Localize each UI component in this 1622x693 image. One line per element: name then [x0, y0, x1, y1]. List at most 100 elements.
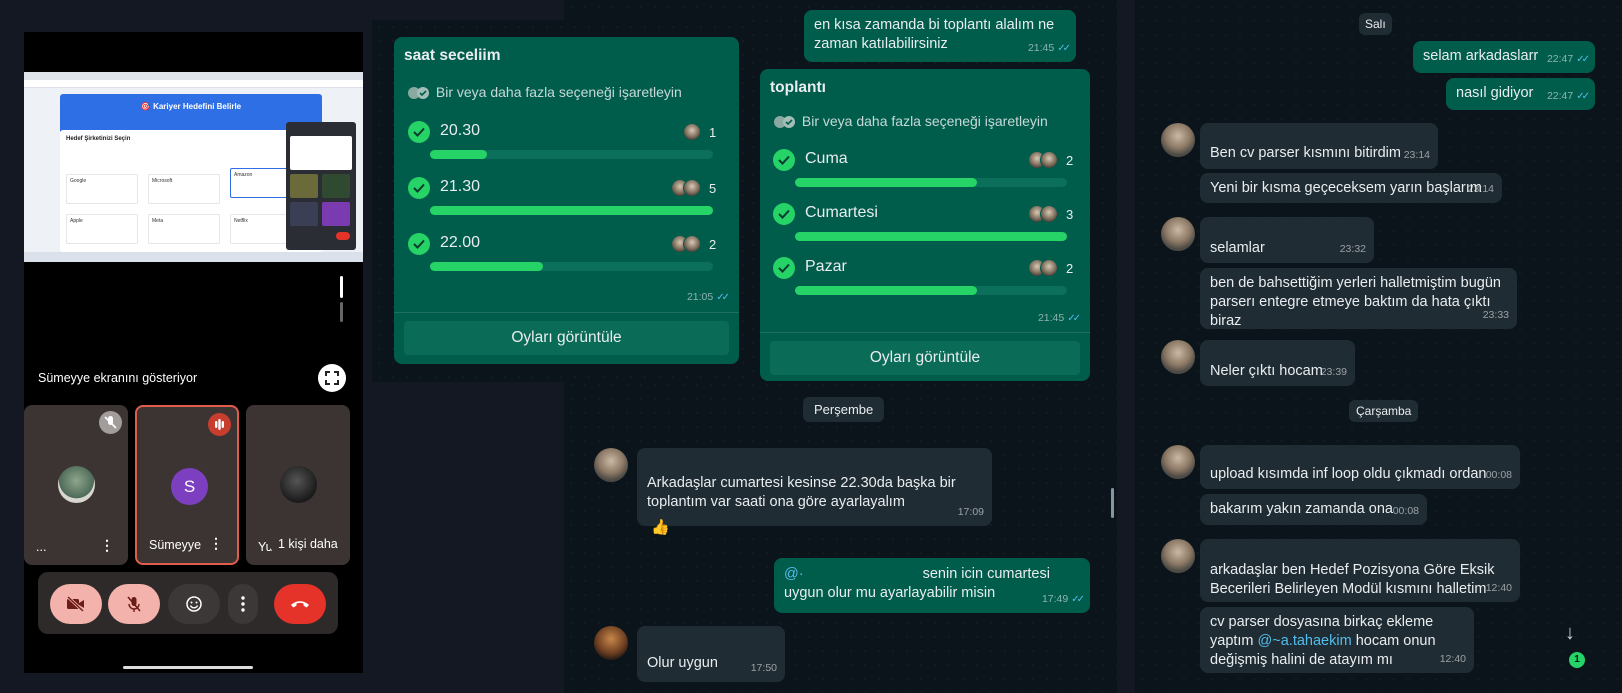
- camera-off-button[interactable]: [50, 584, 102, 624]
- message-incoming[interactable]: Arkadaşlar cumartesi kesinse 22.30da baş…: [637, 448, 992, 526]
- poll-progress-bar: [795, 178, 1067, 187]
- message-incoming[interactable]: upload kısımda inf loop oldu çıkmadı ord…: [1200, 445, 1520, 489]
- poll-option-label[interactable]: 20.30: [440, 122, 480, 140]
- message-text: arkadaşlar ben Hedef Pozisyona Göre Eksi…: [1210, 562, 1495, 597]
- message-incoming[interactable]: Olur uygun 17:50: [637, 626, 785, 682]
- poll-option-count: 2: [1066, 153, 1074, 168]
- read-ticks-icon: ✓✓: [716, 292, 730, 303]
- meet-panel: 🎯 Kariyer Hedefini Belirle Hedef Şirketi…: [24, 32, 363, 673]
- avatar: [1161, 340, 1195, 374]
- poll-progress-bar: [430, 150, 713, 159]
- more-vert-icon[interactable]: ⋮: [209, 535, 223, 552]
- message-incoming[interactable]: Yeni bir kısma geçeceksem yarın başlarım…: [1200, 173, 1502, 203]
- poll-option-count: 5: [709, 181, 717, 196]
- more-people-chip[interactable]: 1 kişi daha: [270, 531, 346, 557]
- poll-progress-fill: [795, 178, 977, 187]
- voter-avatar: [683, 235, 701, 253]
- participant-tile[interactable]: ... ⋮: [24, 405, 128, 565]
- hang-up-icon: [291, 601, 309, 608]
- voter-avatar: [1040, 205, 1058, 223]
- reactions-button[interactable]: [168, 584, 220, 624]
- message-incoming[interactable]: Ben cv parser kısmını bitirdim 23:14: [1200, 123, 1438, 169]
- participant-name: Sümeyye: [149, 538, 202, 552]
- view-votes-button[interactable]: Oyları görüntüle: [770, 341, 1080, 375]
- message-text: Neler çıktı hocam: [1210, 363, 1323, 379]
- message-time: 23:32: [1339, 243, 1366, 255]
- poll-time: 21:05 ✓✓: [686, 291, 730, 303]
- poll-option-count: 2: [709, 237, 717, 252]
- message-time: 17:49 ✓✓: [1041, 593, 1085, 605]
- message-incoming[interactable]: cv parser dosyasına birkaç ekleme yaptım…: [1200, 607, 1474, 673]
- message-time: 23:39: [1320, 366, 1347, 378]
- message-time: 17:09: [957, 506, 984, 518]
- avatar: [280, 466, 317, 503]
- scroll-indicator: [340, 302, 343, 322]
- call-controls: [38, 572, 338, 634]
- poll-progress-fill: [795, 232, 1067, 241]
- mention[interactable]: @~a.tahaekim: [1258, 633, 1352, 649]
- message-time: 12:40: [1439, 653, 1466, 665]
- poll-option-label[interactable]: 21.30: [440, 178, 480, 196]
- message-outgoing[interactable]: en kısa zamanda bi toplantı alalım ne za…: [804, 10, 1076, 62]
- company-card: Microsoft: [148, 174, 220, 204]
- unread-count-badge: 1: [1569, 652, 1585, 668]
- more-vert-icon[interactable]: ⋮: [100, 537, 114, 554]
- poll-option-count: 2: [1066, 261, 1074, 276]
- poll-option-checkbox[interactable]: [408, 233, 430, 255]
- poll-option-count: 3: [1066, 207, 1074, 222]
- poll-option-checkbox[interactable]: [408, 177, 430, 199]
- message-incoming[interactable]: ben de bahsettiğim yerleri halletmiştim …: [1200, 268, 1517, 329]
- poll-option-checkbox[interactable]: [773, 149, 795, 171]
- poll-option-checkbox[interactable]: [773, 203, 795, 225]
- message-outgoing[interactable]: nasıl gidiyor 22:47 ✓✓: [1446, 78, 1595, 110]
- message-outgoing[interactable]: selam arkadaslarr 22:47 ✓✓: [1413, 41, 1595, 73]
- fullscreen-button[interactable]: [318, 364, 346, 392]
- poll-progress-fill: [430, 206, 713, 215]
- poll-progress-bar: [795, 286, 1067, 295]
- message-incoming[interactable]: Neler çıktı hocam 23:39: [1200, 340, 1355, 386]
- poll-option-checkbox[interactable]: [408, 121, 430, 143]
- mention[interactable]: @·: [784, 566, 804, 582]
- fullscreen-icon: [325, 371, 339, 385]
- message-time: 23:14: [1403, 149, 1430, 161]
- reaction-emoji[interactable]: 👍: [651, 518, 670, 536]
- chat-window-project: Salı selam arkadaslarr 22:47 ✓✓ nasıl gid…: [1135, 0, 1622, 693]
- message-incoming[interactable]: bakarım yakın zamanda ona 00:08: [1200, 494, 1427, 525]
- participant-tile-active[interactable]: S Sümeyye ⋮: [135, 405, 239, 565]
- voter-avatar: [683, 123, 701, 141]
- leave-call-button[interactable]: [274, 584, 326, 624]
- avatar: [58, 466, 95, 503]
- message-incoming[interactable]: selamlar 23:32: [1200, 217, 1374, 263]
- poll-title: saat seceliim: [404, 47, 501, 64]
- more-options-button[interactable]: [228, 584, 258, 624]
- voter-avatar: [1040, 259, 1058, 277]
- more-vert-icon: [241, 596, 245, 612]
- view-votes-button[interactable]: Oyları görüntüle: [404, 321, 729, 355]
- poll-option-label[interactable]: 22.00: [440, 234, 480, 252]
- poll-option-label[interactable]: Pazar: [805, 258, 847, 276]
- voter-avatar: [683, 179, 701, 197]
- divider: [394, 312, 739, 313]
- poll-option-label[interactable]: Cumartesi: [805, 204, 878, 222]
- poll-option-count: 1: [709, 125, 717, 140]
- speaking-icon: [208, 413, 231, 436]
- screen-share-view[interactable]: 🎯 Kariyer Hedefini Belirle Hedef Şirketi…: [24, 32, 363, 412]
- message-incoming[interactable]: arkadaşlar ben Hedef Pozisyona Göre Eksi…: [1200, 539, 1520, 602]
- read-ticks-icon: ✓✓: [1057, 43, 1071, 54]
- poll-option-label[interactable]: Cuma: [805, 150, 848, 168]
- message-outgoing[interactable]: @· senin icin cumartesi uygun olur mu ay…: [774, 558, 1090, 613]
- message-text: Arkadaşlar cumartesi kesinse 22.30da baş…: [647, 475, 956, 510]
- shared-section-title: Hedef Şirketinizi Seçin: [66, 136, 131, 142]
- message-text: selam arkadaslarr: [1423, 48, 1539, 64]
- message-text: bakarım yakın zamanda ona: [1210, 501, 1393, 517]
- scroll-down-arrow-icon[interactable]: ↓: [1565, 622, 1575, 645]
- poll-progress-fill: [795, 286, 977, 295]
- poll-option-checkbox[interactable]: [773, 257, 795, 279]
- message-time: 23:14: [1467, 183, 1494, 195]
- participant-tile[interactable]: Yu 1 kişi daha: [246, 405, 350, 565]
- voter-avatar: [1040, 151, 1058, 169]
- scrollbar-thumb[interactable]: [1111, 488, 1114, 518]
- mic-off-button[interactable]: [108, 584, 160, 624]
- date-chip: Salı: [1359, 13, 1392, 35]
- multi-check-icon: [406, 86, 432, 100]
